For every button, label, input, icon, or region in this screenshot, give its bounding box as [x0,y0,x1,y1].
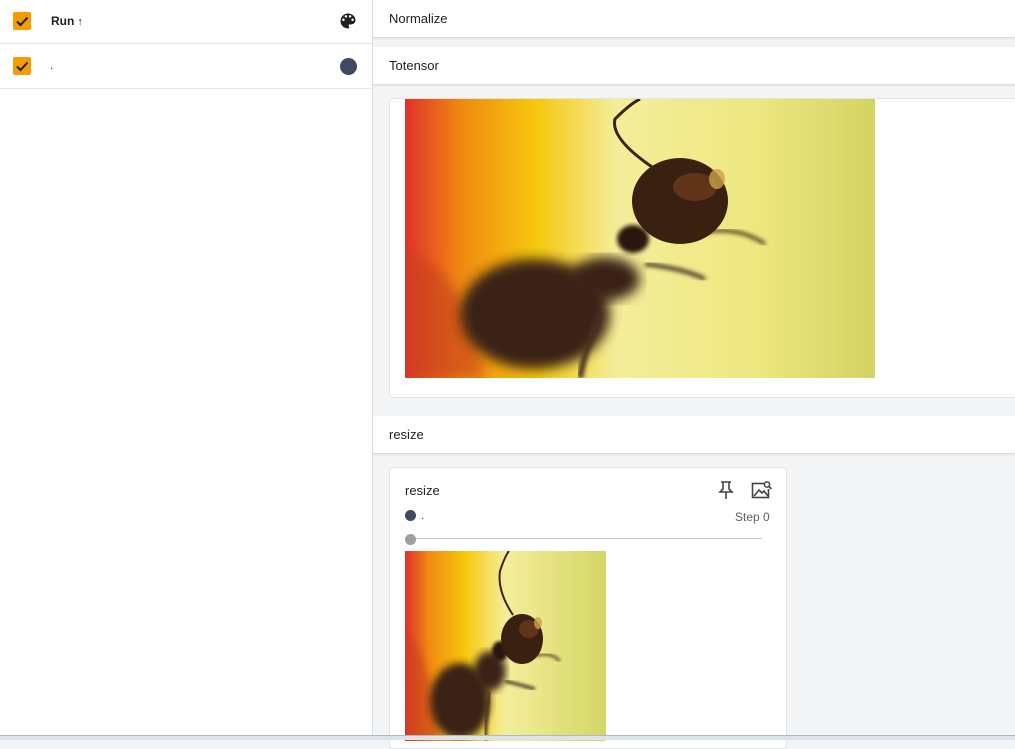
pin-icon[interactable] [717,480,735,503]
ant-image [405,99,875,378]
card-title: resize [405,483,440,498]
runs-panel: Run ↑ . [0,0,373,735]
group-title: Totensor [389,58,439,73]
palette-icon[interactable] [338,11,358,34]
run-color-dot [405,510,416,521]
sort-ascending-icon: ↑ [77,16,83,28]
run-color-swatch[interactable] [340,58,357,75]
group-header-normalize[interactable]: Normalize [373,0,1015,38]
image-card-totensor [389,98,1015,398]
group-header-totensor[interactable]: Totensor [373,47,1015,85]
run-column-label: Run [51,14,75,28]
group-header-resize[interactable]: resize [373,416,1015,454]
run-row[interactable] [0,44,372,89]
step-slider-track[interactable] [406,538,762,539]
image-card-resize: resize . Step 0 [389,467,787,749]
run-name: . [50,58,54,72]
runs-header-row: Run ↑ [0,0,372,44]
main-content: Normalize Totensor resize resize . Step … [373,0,1015,749]
select-all-checkbox[interactable] [13,12,31,30]
bottom-edge [0,735,1015,740]
step-slider-thumb[interactable] [405,534,416,545]
ant-image [405,551,606,741]
image-search-icon[interactable] [751,480,773,503]
group-title: resize [389,427,424,442]
legend-run-name: . [421,510,425,522]
group-title: Normalize [389,11,448,26]
run-checkbox[interactable] [13,57,31,75]
step-label: Step 0 [735,510,770,524]
run-column-header[interactable]: Run ↑ [51,14,83,28]
